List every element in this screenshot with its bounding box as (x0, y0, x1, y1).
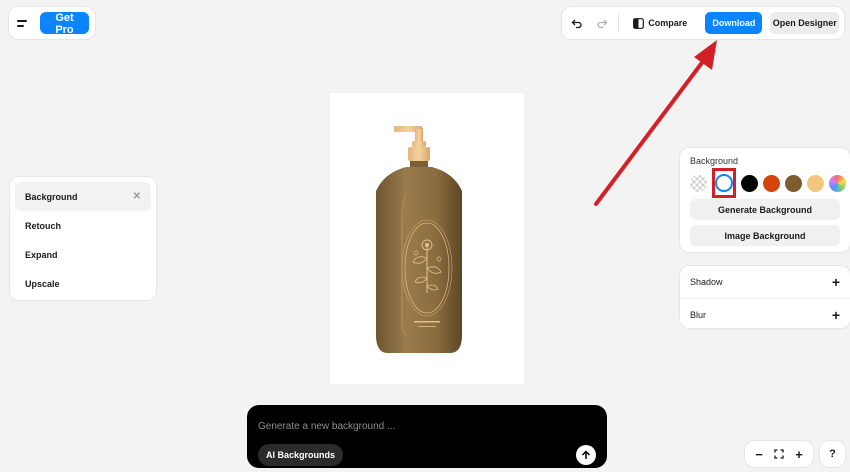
product-bottle-image (376, 126, 462, 353)
blur-row[interactable]: Blur + (680, 298, 850, 330)
get-pro-button[interactable]: Get Pro (39, 12, 89, 36)
fit-screen-icon[interactable] (771, 447, 787, 462)
undo-icon[interactable] (567, 12, 588, 34)
transparent-swatch[interactable] (690, 174, 707, 192)
tool-label: Upscale (25, 278, 60, 289)
redo-icon[interactable] (592, 12, 613, 34)
selected-swatch-highlight (712, 168, 736, 198)
plus-icon[interactable]: + (832, 275, 840, 289)
help-button[interactable]: ? (819, 440, 846, 468)
prompt-box: AI Backgrounds (247, 405, 607, 468)
plus-icon[interactable]: + (832, 308, 840, 322)
send-button[interactable] (576, 445, 596, 465)
compare-label: Compare (648, 18, 688, 28)
top-left-bar: Get Pro (8, 6, 96, 40)
tools-panel: Background ✕ Retouch Expand Upscale (9, 176, 157, 301)
prompt-input[interactable] (258, 421, 596, 432)
white-swatch[interactable] (715, 174, 733, 192)
compare-icon (633, 17, 645, 29)
image-canvas[interactable] (330, 93, 524, 384)
black-swatch[interactable] (741, 174, 758, 192)
arrow-up-icon (581, 450, 591, 459)
tool-label: Expand (25, 249, 58, 260)
zoom-controls: − + (744, 440, 814, 468)
tool-upscale[interactable]: Upscale (15, 269, 151, 298)
tool-label: Retouch (25, 220, 61, 231)
tool-retouch[interactable]: Retouch (15, 211, 151, 240)
color-swatches (690, 168, 846, 198)
zoom-in-icon[interactable]: + (791, 447, 807, 462)
custom-color-swatch[interactable] (829, 174, 846, 192)
orange-swatch[interactable] (763, 174, 780, 192)
menu-icon[interactable] (15, 13, 32, 33)
blur-label: Blur (690, 309, 707, 320)
shadow-label: Shadow (690, 277, 723, 287)
close-icon[interactable]: ✕ (133, 191, 141, 202)
zoom-out-icon[interactable]: − (751, 447, 767, 462)
tool-label: Background (25, 191, 78, 202)
generate-background-button[interactable]: Generate Background (690, 199, 840, 220)
download-button[interactable]: Download (705, 12, 763, 34)
background-panel: Background Generate Background Image Bac… (679, 147, 850, 253)
effects-panel: Shadow + Blur + (679, 265, 850, 329)
brown-swatch[interactable] (785, 174, 802, 192)
tool-expand[interactable]: Expand (15, 240, 151, 269)
tool-background[interactable]: Background ✕ (15, 182, 151, 211)
ai-backgrounds-button[interactable]: AI Backgrounds (258, 444, 344, 466)
image-background-button[interactable]: Image Background (690, 225, 840, 246)
top-toolbar: Compare Download Open Designer (561, 6, 845, 40)
compare-button[interactable]: Compare (625, 12, 695, 34)
open-designer-button[interactable]: Open Designer (770, 12, 839, 34)
sand-swatch[interactable] (807, 174, 824, 192)
background-panel-title: Background (690, 156, 739, 166)
shadow-row[interactable]: Shadow + (680, 266, 850, 298)
toolbar-divider (618, 14, 620, 32)
